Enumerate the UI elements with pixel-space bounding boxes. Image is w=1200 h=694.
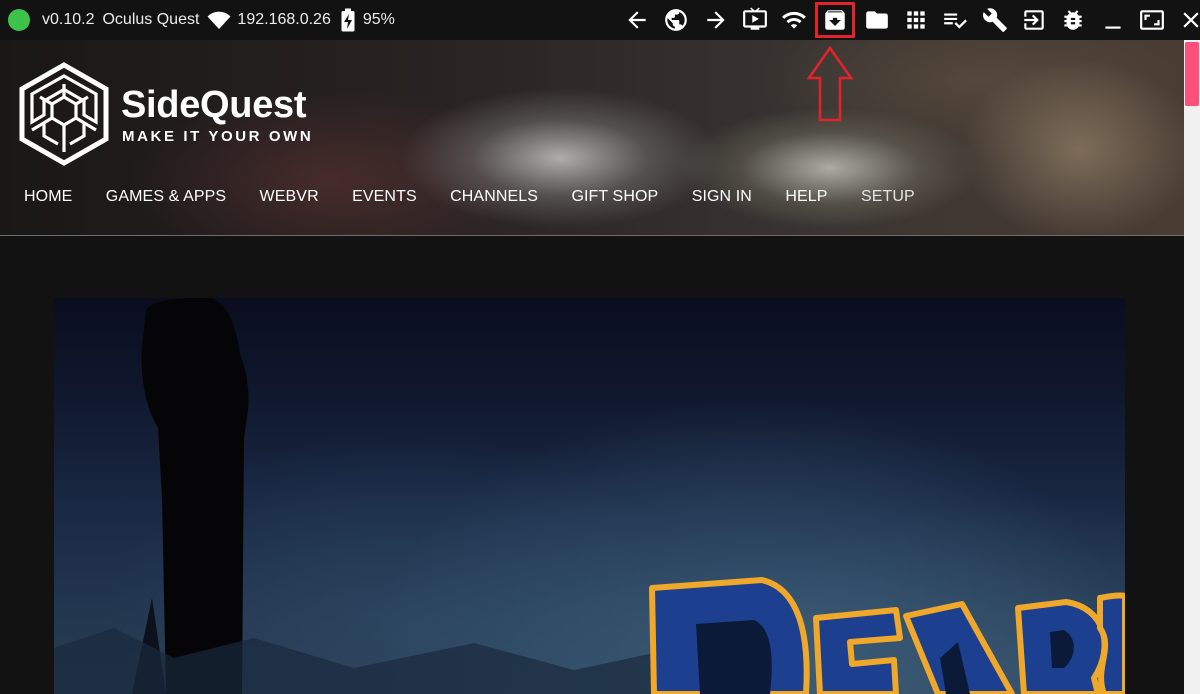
nav-events[interactable]: EVENTS [352, 188, 417, 206]
install-apk-button[interactable] [815, 2, 856, 38]
battery-level: 95% [362, 11, 395, 28]
device-ip: 192.168.0.26 [237, 11, 331, 28]
browser-home-button[interactable] [659, 3, 693, 37]
scrollbar-thumb[interactable] [1185, 42, 1199, 106]
toolbar-actions [620, 0, 1200, 40]
featured-artwork [54, 298, 1125, 694]
main-nav: HOME GAMES & APPS WEBVR EVENTS CHANNELS … [24, 188, 948, 206]
battery-charging-icon [341, 8, 355, 32]
annotation-arrow-icon [806, 46, 854, 122]
sidequest-logo-icon[interactable] [18, 62, 110, 166]
nav-games-apps[interactable]: GAMES & APPS [106, 188, 226, 206]
nav-setup[interactable]: SETUP [861, 188, 915, 206]
apps-grid-icon [907, 11, 925, 29]
connection-status-icon [8, 9, 30, 31]
device-settings-button[interactable] [978, 3, 1012, 37]
close-window-button[interactable] [1174, 3, 1200, 37]
maximize-icon [1139, 10, 1164, 30]
minimize-window-button[interactable] [1096, 3, 1130, 37]
nav-gift-shop[interactable]: GIFT SHOP [571, 188, 658, 206]
nav-home[interactable]: HOME [24, 188, 72, 206]
brand-name: SideQuest [121, 84, 307, 126]
nav-help[interactable]: HELP [785, 188, 827, 206]
archive-download-icon [825, 10, 846, 30]
device-name: Oculus Quest [102, 11, 200, 28]
maximize-window-button[interactable] [1135, 3, 1169, 37]
wifi-icon [782, 11, 807, 29]
featured-banner[interactable] [54, 298, 1125, 694]
stream-screen-button[interactable] [738, 3, 772, 37]
file-manager-button[interactable] [860, 3, 894, 37]
wifi-status-icon [207, 10, 231, 30]
app-version: v0.10.2 [42, 11, 95, 28]
nav-webvr[interactable]: WEBVR [260, 188, 319, 206]
brand-tagline: MAKE IT YOUR OWN [122, 128, 314, 145]
main-content [0, 236, 1184, 694]
folder-icon [865, 11, 888, 29]
run-command-button[interactable] [1017, 3, 1051, 37]
nav-sign-in[interactable]: SIGN IN [692, 188, 752, 206]
wifi-connect-button[interactable] [777, 3, 811, 37]
globe-icon [665, 9, 688, 31]
device-status: v0.10.2 Oculus Quest 192.168.0.26 95% [0, 0, 403, 40]
arrow-right-icon [706, 11, 725, 29]
minimize-icon [1104, 26, 1121, 29]
bug-icon [1064, 10, 1082, 30]
exit-to-app-icon [1024, 10, 1044, 30]
page-scrollbar[interactable] [1184, 40, 1200, 694]
tasks-button[interactable] [938, 3, 972, 37]
playlist-check-icon [944, 13, 968, 29]
forward-button[interactable] [699, 3, 733, 37]
top-toolbar: v0.10.2 Oculus Quest 192.168.0.26 95% [0, 0, 1200, 40]
close-icon [1183, 12, 1199, 28]
back-button[interactable] [620, 3, 654, 37]
nav-channels[interactable]: CHANNELS [450, 188, 538, 206]
site-header: SideQuest MAKE IT YOUR OWN HOME GAMES & … [0, 40, 1184, 236]
wrench-icon [982, 8, 1007, 32]
tv-play-icon [742, 7, 767, 30]
debug-button[interactable] [1056, 3, 1090, 37]
installed-apps-button[interactable] [899, 3, 933, 37]
arrow-left-icon [628, 11, 646, 29]
